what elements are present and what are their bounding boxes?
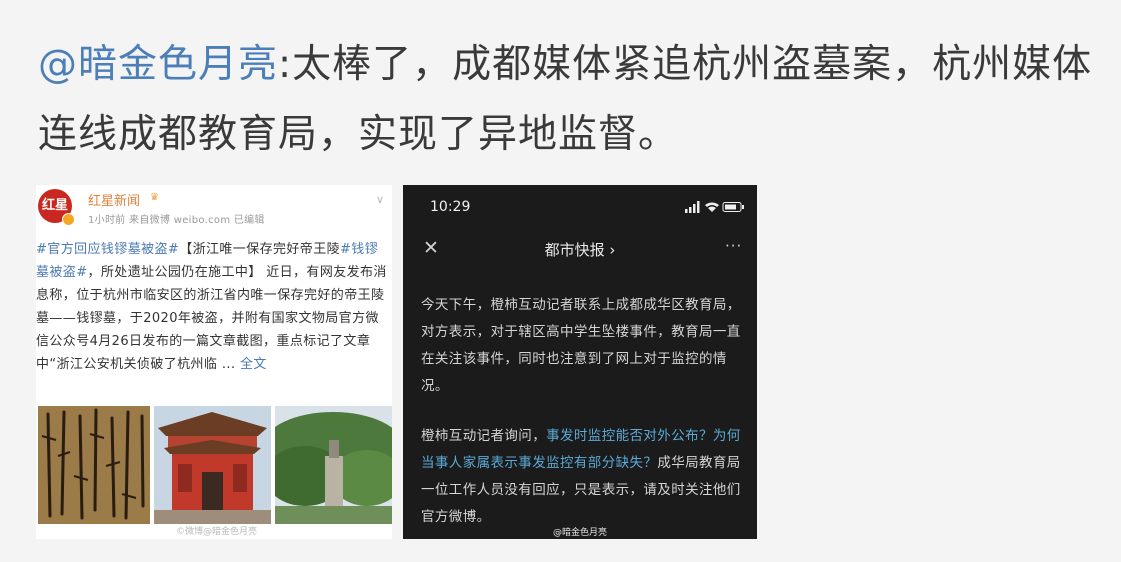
calligraphy-image[interactable] [38,406,150,524]
article-paragraph: 今天下午，橙柿互动记者联系上成都成华区教育局，对方表示，对于辖区高中学生坠楼事件… [421,297,741,394]
body-text: 【浙江唯一保存完好帝王陵 [179,242,340,257]
battery-icon [722,202,744,212]
status-bar-time: 10:29 [430,199,471,215]
weibo-screenshot: 红星 红星新闻 ♛ 1小时前 来自微博 weibo.com 已编辑 ∨ #官方回… [36,185,392,539]
tomb-park-image[interactable] [275,406,392,524]
user-mention-link[interactable]: @暗金色月亮 [38,42,278,87]
image-watermark: ©微博@暗金色月亮 [176,527,258,537]
expand-full-text-link[interactable]: 全文 [240,357,267,372]
temple-gate-image[interactable] [154,406,271,524]
topic-link[interactable]: #官方回应钱镠墓被盗# [36,242,179,257]
page-title[interactable]: 都市快报 › [403,239,757,260]
wifi-icon [705,202,719,212]
body-text: ，所处遗址公园仍在施工中】 近日，有网友发布消息称，位于杭州市临安区的浙江省内唯… [36,265,387,372]
post-meta: 1小时前 来自微博 weibo.com 已编辑 [88,215,265,226]
crown-icon: ♛ [150,192,159,203]
page: @暗金色月亮:太棒了，成都媒体紧追杭州盗墓案，杭州媒体连线成都教育局，实现了异地… [0,0,1121,562]
signal-icon [685,201,700,213]
weibo-post-body: #官方回应钱镠墓被盗#【浙江唯一保存完好帝王陵#钱镠墓被盗#，所处遗址公园仍在施… [36,238,388,376]
image-watermark: @暗金色月亮 [552,528,607,538]
weibo-post-header: 红星 红星新闻 ♛ 1小时前 来自微博 weibo.com 已编辑 ∨ [36,185,392,233]
verified-badge-icon [62,213,75,226]
article-paragraph: 橙柿互动记者询问，事发时监控能否对外公布？为何当事人家属表示事发监控有部分缺失？… [421,423,751,531]
phone-screenshot: 10:29 ✕ 都市快报 › ··· 今天下午，橙柿互动记者联系上成都成华区教育… [403,185,757,539]
status-bar-icons [685,201,744,213]
post-text: @暗金色月亮:太棒了，成都媒体紧追杭州盗墓案，杭州媒体连线成都教育局，实现了异地… [38,30,1110,170]
more-options-icon[interactable]: ··· [725,237,742,255]
paragraph-text: 橙柿互动记者询问， [421,428,547,444]
chevron-down-icon[interactable]: ∨ [376,193,384,206]
account-name[interactable]: 红星新闻 [88,190,140,209]
